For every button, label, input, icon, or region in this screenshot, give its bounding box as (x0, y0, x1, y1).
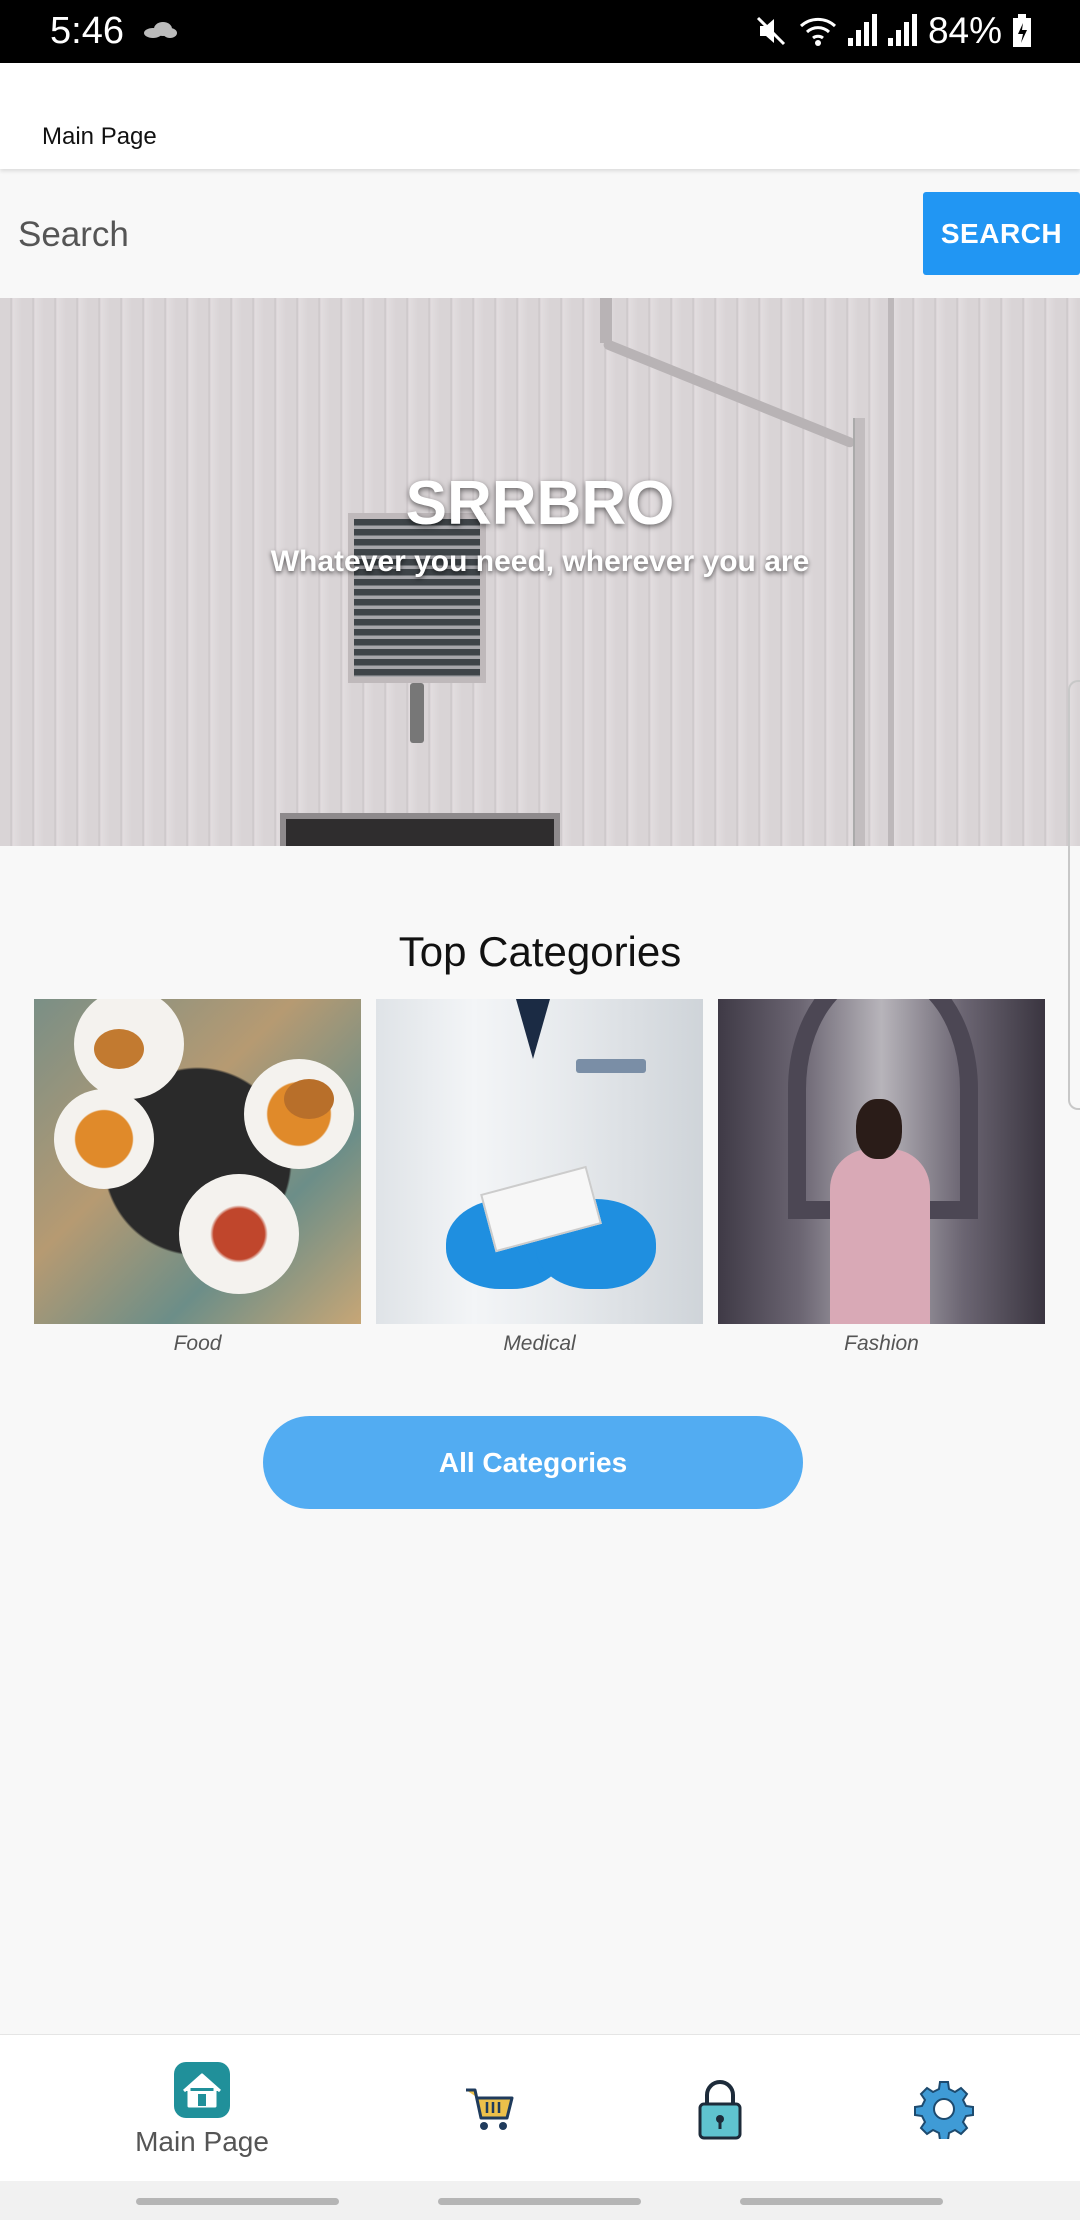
collar (516, 999, 550, 1059)
woman-figure (856, 1099, 902, 1159)
burger (94, 1029, 144, 1069)
hero-pipe (600, 298, 612, 343)
medical-image[interactable] (376, 999, 703, 1324)
category-label: Fashion (844, 1332, 919, 1355)
hero-lamp (410, 683, 424, 743)
side-panel-handle[interactable] (1068, 680, 1080, 1110)
home-icon (174, 2061, 230, 2118)
battery-icon (1013, 14, 1031, 47)
category-label: Medical (503, 1332, 576, 1355)
category-medical[interactable]: Medical (376, 999, 703, 1356)
signal-icon (847, 14, 877, 46)
status-icons: 84% (754, 10, 1032, 52)
coat-badge (576, 1059, 646, 1073)
hero-title: SRRBRO (405, 469, 675, 538)
burger (284, 1079, 334, 1119)
category-food[interactable]: Food (34, 999, 361, 1356)
hero-banner: SRRBRO Whatever you need, wherever you a… (0, 298, 1080, 846)
search-button[interactable]: SEARCH (923, 192, 1080, 275)
all-categories-button[interactable]: All Categories (263, 1416, 803, 1509)
cart-icon (466, 2088, 514, 2130)
signal-icon-2 (887, 14, 917, 46)
status-bar: 5:46 84% (0, 0, 1080, 63)
hero-door (280, 813, 560, 846)
gesture-pill[interactable] (136, 2198, 339, 2205)
wifi-icon (799, 17, 836, 46)
app-bar: Main Page (0, 63, 1080, 169)
plate (179, 1174, 299, 1294)
category-fashion[interactable]: Fashion (718, 999, 1045, 1356)
system-gesture-bar (0, 2181, 1080, 2220)
hero-subtitle: Whatever you need, wherever you are (270, 545, 810, 578)
battery-percent: 84% (927, 10, 1002, 51)
bottom-navigation: Main Page (0, 2034, 1080, 2181)
gesture-pill[interactable] (740, 2198, 943, 2205)
page-title: Main Page (42, 123, 157, 150)
woman-figure (830, 1149, 930, 1324)
nav-item-settings[interactable] (884, 2035, 1004, 2182)
nav-item-cart[interactable] (430, 2035, 550, 2182)
categories-grid: Food Medical Fashion (34, 999, 1046, 1356)
lock-icon (698, 2079, 742, 2139)
mute-icon (756, 16, 785, 46)
search-input[interactable] (18, 205, 898, 265)
status-time: 5:46 (50, 10, 124, 52)
categories-heading: Top Categories (398, 928, 682, 975)
nav-label: Main Page (135, 2125, 269, 2157)
plate (54, 1089, 154, 1189)
nav-item-lock[interactable] (660, 2035, 780, 2182)
category-label: Food (173, 1332, 222, 1355)
nav-item-main-page[interactable]: Main Page (117, 2035, 287, 2182)
gear-icon (914, 2080, 974, 2139)
cloud-icon (144, 22, 177, 38)
hero-pipe (602, 338, 857, 449)
food-image[interactable] (34, 999, 361, 1324)
search-row: SEARCH (0, 185, 1080, 280)
fashion-image[interactable] (718, 999, 1045, 1324)
gesture-pill[interactable] (438, 2198, 641, 2205)
